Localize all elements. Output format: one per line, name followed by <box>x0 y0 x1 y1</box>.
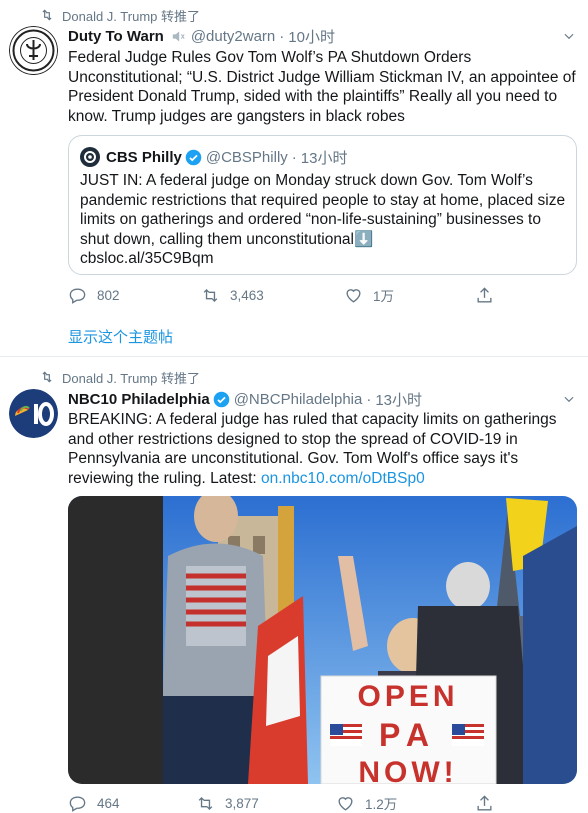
retweet-button[interactable]: 3,463 <box>201 284 264 306</box>
heart-icon <box>338 796 353 811</box>
quote-author-handle: @CBSPhilly <box>205 148 288 166</box>
separator-dot: · <box>279 27 285 45</box>
retweet-icon <box>198 796 213 810</box>
retweet-small-icon <box>40 370 62 384</box>
svg-text:PA: PA <box>379 717 437 753</box>
retweet-button[interactable]: 3,877 <box>196 792 259 813</box>
author-handle[interactable]: @duty2warn <box>191 28 275 45</box>
author-name[interactable]: NBC10 Philadelphia <box>68 391 210 408</box>
tweet-text: Federal Judge Rules Gov Tom Wolf’s PA Sh… <box>68 49 576 125</box>
retweet-icon <box>203 288 218 302</box>
tweet-body: BREAKING: A federal judge has ruled that… <box>68 410 578 488</box>
chevron-down-icon[interactable] <box>562 392 576 406</box>
separator-dot: · <box>291 148 297 166</box>
tweet-duty-to-warn[interactable]: Donald J. Trump 转推了 Duty To Warn @duty2w… <box>0 0 588 357</box>
quote-body: JUST IN: A federal judge on Monday struc… <box>80 171 570 269</box>
reply-icon <box>69 287 86 304</box>
quote-author-name: CBS Philly <box>106 148 182 166</box>
reply-button[interactable]: 464 <box>68 792 120 813</box>
tweet-header: NBC10 Philadelphia @NBCPhiladelphia · 13… <box>68 388 548 410</box>
quote-time: 13小时 <box>300 149 348 167</box>
tweet-nbc10[interactable]: Donald J. Trump 转推了 NBC10 Philadelphia @… <box>0 358 588 813</box>
heart-icon <box>346 288 361 303</box>
avatar[interactable] <box>9 26 58 75</box>
retweet-count: 3,877 <box>225 795 259 811</box>
reply-count: 802 <box>97 287 120 303</box>
retweeted-by-label[interactable]: Donald J. Trump 转推了 <box>62 6 200 25</box>
show-thread-link[interactable]: 显示这个主题帖 <box>68 326 173 347</box>
quote-text: JUST IN: A federal judge on Monday struc… <box>80 172 566 248</box>
chevron-down-icon[interactable] <box>562 29 576 43</box>
tweet-photo[interactable]: OPEN PA NOW! <box>68 496 577 784</box>
down-arrow-emoji: ⬇️ <box>354 230 374 248</box>
tweet-actions: 464 3,877 1.2万 <box>68 792 508 813</box>
quote-link: cbsloc.al/35C9Bqm <box>80 250 214 268</box>
quote-avatar <box>80 147 100 167</box>
verified-badge-icon <box>213 391 230 408</box>
author-handle[interactable]: @NBCPhiladelphia <box>234 391 363 408</box>
muted-speaker-icon <box>170 28 187 45</box>
author-name[interactable]: Duty To Warn <box>68 28 164 45</box>
share-icon <box>477 286 492 303</box>
share-button[interactable] <box>475 792 504 813</box>
like-button[interactable]: 1.2万 <box>336 792 397 813</box>
retweet-count: 3,463 <box>230 287 264 303</box>
quoted-tweet[interactable]: CBS Philly @CBSPhilly · 13小时 JUST IN: A … <box>68 135 577 275</box>
avatar[interactable] <box>9 389 58 438</box>
separator-dot: · <box>366 390 372 408</box>
verified-badge-icon <box>185 149 202 166</box>
reply-button[interactable]: 802 <box>68 284 120 306</box>
share-icon <box>477 794 492 811</box>
reply-count: 464 <box>97 795 120 811</box>
reply-icon <box>69 795 86 812</box>
retweet-small-icon <box>40 8 62 22</box>
retweet-context: Donald J. Trump 转推了 <box>40 368 200 386</box>
like-count: 1.2万 <box>365 797 398 812</box>
like-count: 1万 <box>373 289 395 304</box>
tweet-actions: 802 3,463 1万 <box>68 284 508 306</box>
retweeted-by-label[interactable]: Donald J. Trump 转推了 <box>62 368 200 387</box>
tweet-header: Duty To Warn @duty2warn · 10小时 <box>68 25 548 47</box>
tweet-time[interactable]: 10小时 <box>288 26 335 47</box>
quote-header: CBS Philly @CBSPhilly · 13小时 <box>80 146 347 168</box>
retweet-context: Donald J. Trump 转推了 <box>40 6 200 24</box>
tweet-link[interactable]: on.nbc10.com/oDtBSp0 <box>261 470 425 487</box>
share-button[interactable] <box>475 284 504 306</box>
tweet-time[interactable]: 13小时 <box>375 389 422 410</box>
like-button[interactable]: 1万 <box>344 284 394 306</box>
svg-text:OPEN: OPEN <box>357 680 458 713</box>
svg-text:NOW!: NOW! <box>358 756 457 784</box>
